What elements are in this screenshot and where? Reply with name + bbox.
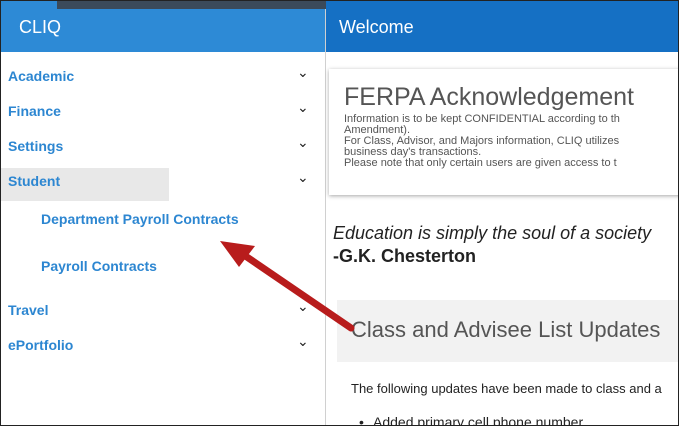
arrow-shaft xyxy=(237,249,355,332)
app-window: CLIQ Academic ⌄ Finance ⌄ Settings ⌄ Stu… xyxy=(0,0,679,426)
annotation-arrow-icon xyxy=(220,241,355,332)
